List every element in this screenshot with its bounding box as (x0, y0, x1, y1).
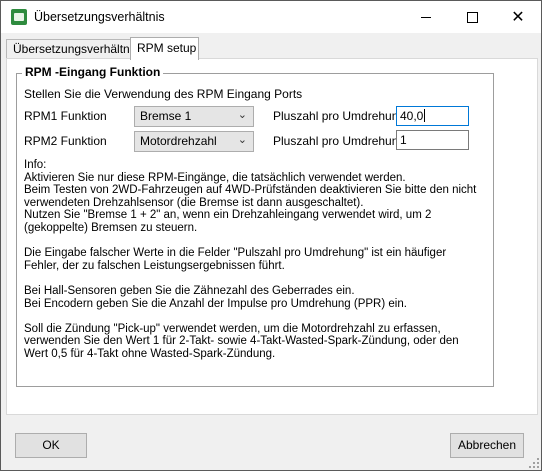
maximize-icon (467, 12, 478, 23)
close-button[interactable]: ✕ (495, 1, 541, 33)
tab-uebersetzungsverhaeltnis[interactable]: Übersetzungsverhältnis (6, 39, 138, 59)
group-title: RPM -Eingang Funktion (22, 65, 164, 79)
info-text: Info: Aktivieren Sie nur diese RPM-Eingä… (24, 159, 484, 373)
ok-button[interactable]: OK (15, 433, 87, 458)
cancel-button[interactable]: Abbrechen (450, 433, 524, 458)
rpm2-function-select[interactable]: Motordrehzahl ⌄ (134, 131, 254, 152)
minimize-icon (421, 17, 431, 18)
maximize-button[interactable] (449, 1, 495, 33)
rpm1-pulse-label: Pluszahl pro Umdrehung: (273, 109, 409, 123)
info-paragraph: Die Eingabe falscher Werte in die Felder… (24, 247, 447, 272)
rpm1-pulse-value: 40,0 (400, 109, 424, 123)
info-heading: Info: (24, 159, 47, 171)
dialog-window: Übersetzungsverhältnis ✕ Übersetzungsver… (0, 0, 542, 471)
info-paragraph: Soll die Zündung "Pick-up" verwendet wer… (24, 322, 459, 360)
rpm1-function-value: Bremse 1 (140, 109, 192, 123)
rpm1-function-label: RPM1 Funktion (24, 109, 107, 123)
rpm2-pulse-label: Pluszahl pro Umdrehung: (273, 134, 409, 148)
close-icon: ✕ (511, 7, 525, 26)
rpm2-function-label: RPM2 Funktion (24, 134, 107, 148)
info-paragraph: Bei Hall-Sensoren geben Sie die Zähnezah… (24, 284, 407, 310)
rpm1-pulse-input[interactable]: 40,0 (396, 106, 469, 126)
chevron-down-icon: ⌄ (237, 108, 247, 121)
resize-grip-icon[interactable] (529, 458, 539, 468)
tab-panel-rpm-setup: RPM -Eingang Funktion Stellen Sie die Ve… (6, 58, 538, 415)
rpm2-function-value: Motordrehzahl (140, 134, 217, 148)
rpm1-function-select[interactable]: Bremse 1 ⌄ (134, 106, 254, 127)
tab-rpm-setup[interactable]: RPM setup (130, 37, 199, 60)
rpm2-pulse-value: 1 (400, 133, 407, 147)
rpm2-pulse-input[interactable]: 1 (396, 130, 469, 150)
intro-text: Stellen Sie die Verwendung des RPM Einga… (24, 87, 303, 101)
title-bar[interactable]: Übersetzungsverhältnis ✕ (1, 1, 541, 33)
app-icon (11, 9, 27, 25)
chevron-down-icon: ⌄ (237, 133, 247, 146)
info-paragraph: Aktivieren Sie nur diese RPM-Eingänge, d… (24, 171, 477, 234)
text-caret (424, 109, 426, 122)
minimize-button[interactable] (403, 1, 449, 33)
window-title: Übersetzungsverhältnis (34, 10, 165, 24)
